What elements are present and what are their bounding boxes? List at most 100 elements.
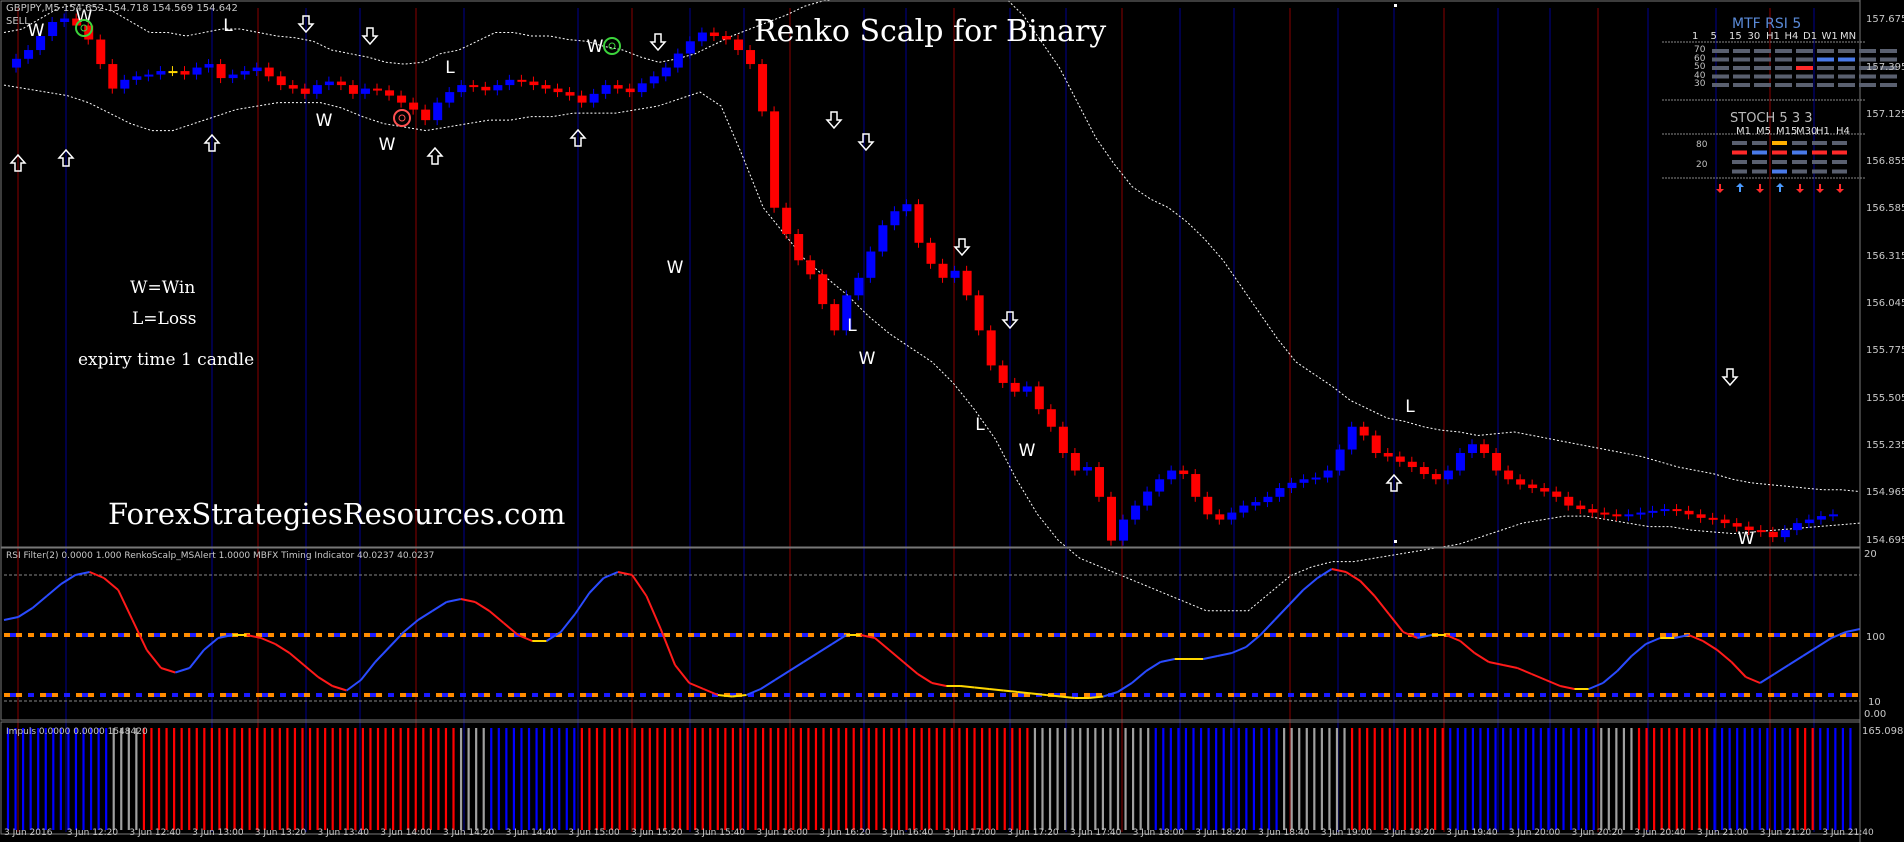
mtf-cell — [1796, 74, 1813, 79]
rsi-segment — [1273, 604, 1290, 621]
price-tick: 155.775 — [1866, 345, 1904, 357]
price-chart-svg[interactable]: WW LWWLWWLWLWLW — [0, 0, 1904, 842]
time-tick: 3 Jun 20:20 — [1571, 828, 1623, 838]
candle-body — [1131, 505, 1141, 520]
candle-body — [1107, 496, 1117, 541]
candle-body — [1395, 456, 1405, 462]
mtf-cell — [1817, 57, 1834, 62]
rsi-segment — [1145, 661, 1161, 672]
candle-body — [1203, 496, 1213, 515]
session-vertical-lines — [17, 8, 1815, 832]
rsi-segment — [1531, 673, 1547, 681]
candle-body — [1058, 426, 1068, 454]
marker — [1394, 4, 1397, 7]
candle-body — [806, 260, 816, 275]
mtf-cell — [1796, 66, 1813, 70]
candle-body — [204, 64, 214, 68]
candle-body — [553, 88, 563, 93]
down-arrow-icon — [1796, 184, 1804, 193]
candle-body — [385, 90, 395, 96]
time-tick: 3 Jun 18:00 — [1132, 828, 1185, 838]
rsi-segment — [374, 646, 391, 663]
rsi-segment — [1602, 670, 1618, 684]
price-tick: 155.505 — [1866, 392, 1904, 404]
rsi-segment — [1288, 589, 1304, 606]
stoch-cell — [1772, 169, 1787, 174]
time-tick: 3 Jun 17:00 — [944, 828, 996, 838]
rsi-segment — [1588, 682, 1604, 690]
candle-body — [288, 85, 298, 89]
candle-body — [1299, 479, 1309, 483]
rsi-segment — [989, 688, 1004, 692]
candle-body — [60, 18, 70, 23]
rsi-segment — [1117, 682, 1133, 693]
candle-body — [794, 234, 804, 261]
rsi-segment — [346, 679, 362, 692]
mtf-cell — [1817, 66, 1834, 70]
candle-body — [360, 88, 370, 94]
mtf-cell — [1712, 83, 1729, 87]
mtf-tf-H1: H1 — [1766, 31, 1780, 42]
candle-body — [517, 79, 527, 82]
up-arrow-icon — [1736, 183, 1744, 192]
rsi-segment — [1616, 655, 1633, 672]
candle-body — [445, 92, 455, 103]
candle-body — [240, 71, 250, 75]
candle-body — [433, 102, 443, 121]
candle-body — [1275, 488, 1285, 497]
stoch-tf-H4: H4 — [1836, 126, 1850, 137]
rsi-segment — [1031, 692, 1047, 696]
candles-layer — [12, 13, 1838, 546]
candle-body — [1046, 409, 1056, 427]
candle-body — [1708, 517, 1718, 520]
rsi-segment — [117, 589, 134, 621]
candle-body — [890, 211, 900, 226]
candle-body — [661, 67, 671, 77]
mtf-cell — [1754, 49, 1771, 53]
candle-body — [998, 365, 1008, 383]
up-arrow-icon — [1776, 183, 1784, 192]
candle-body — [96, 39, 106, 65]
impuls-subwindow — [6, 728, 1852, 830]
rsi-segment — [1730, 661, 1747, 678]
candle-body — [1407, 461, 1417, 468]
stoch-cell — [1792, 150, 1807, 155]
rsi-segment — [488, 610, 505, 624]
candle-body — [1155, 479, 1165, 492]
candle-body — [180, 71, 190, 75]
mtf-cell — [1733, 57, 1750, 62]
rsi-segment — [588, 577, 605, 594]
candle-body — [1780, 530, 1790, 538]
candle-body — [216, 64, 226, 79]
stoch-cell — [1772, 141, 1787, 145]
candle-body — [1082, 467, 1092, 471]
stoch-cell — [1752, 169, 1767, 174]
candle-body — [192, 67, 202, 75]
candle-body — [1119, 519, 1129, 541]
signal-win: W — [28, 21, 45, 41]
mtf-cell — [1712, 74, 1729, 79]
rsi-segment — [817, 643, 833, 654]
mtf-cell — [1775, 49, 1792, 53]
rsi-segment — [460, 598, 476, 603]
candle-body — [1359, 426, 1369, 436]
candle-body — [24, 50, 34, 59]
candle-body — [1492, 453, 1502, 471]
mtf-cell — [1796, 57, 1813, 62]
candle-body — [601, 85, 611, 94]
target-icon — [393, 109, 411, 127]
signal-loss: L — [847, 316, 857, 336]
signal-win: W — [379, 135, 396, 155]
chart-root: WWLWWLWWLWLWLW GBPJPY,M5 154.652 154.718… — [0, 0, 1904, 842]
rsi-segment — [46, 583, 62, 597]
time-tick: 3 Jun 18:20 — [1195, 828, 1247, 838]
candle-body — [1383, 453, 1393, 457]
candle-body — [625, 88, 635, 93]
candle-body — [697, 32, 707, 42]
signal-win: W — [587, 37, 604, 57]
candle-body — [1516, 479, 1526, 485]
rsi-filter-subwindow — [3, 568, 1861, 702]
candle-body — [1552, 491, 1562, 497]
time-tick: 3 Jun 12:20 — [66, 828, 119, 838]
candle-body — [1371, 435, 1381, 454]
